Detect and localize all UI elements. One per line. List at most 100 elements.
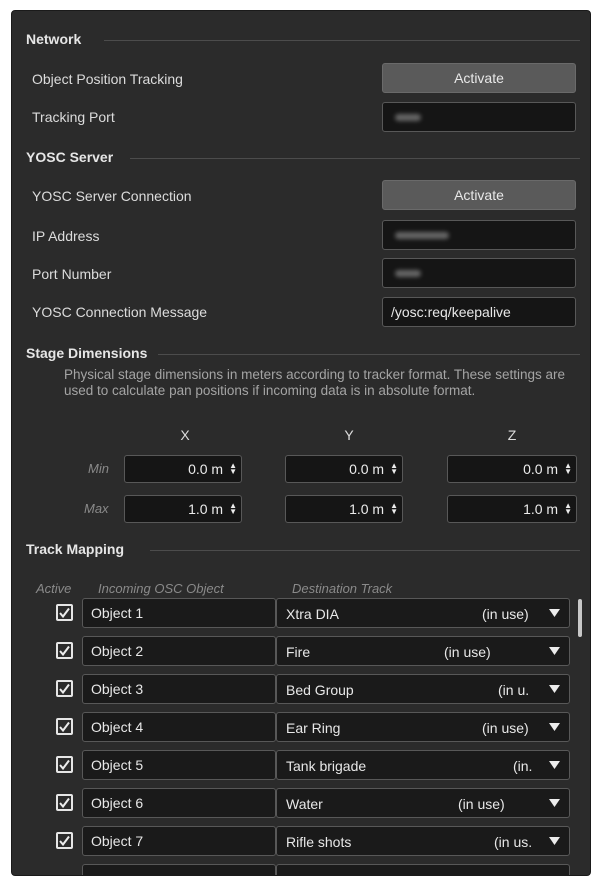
section-yosc-title: YOSC Server <box>26 149 114 165</box>
mapping-row: Object 6 Water (in use) <box>12 788 590 818</box>
track-status: (in. <box>513 758 533 774</box>
axis-x-header: X <box>180 427 190 443</box>
tracking-port-field[interactable] <box>382 102 576 132</box>
max-x-stepper[interactable]: 1.0 m ▲ ▼ <box>124 495 242 523</box>
redacted-value <box>395 113 421 121</box>
max-label: Max <box>84 501 109 516</box>
incoming-object-field[interactable]: Object 4 <box>82 712 276 742</box>
destination-track-dropdown[interactable]: Fire (in use) <box>276 636 570 666</box>
destination-track-name: Ear Ring <box>286 720 341 736</box>
checkmark-icon <box>59 797 70 809</box>
port-number-field[interactable] <box>382 258 576 288</box>
mapping-scrollbar[interactable] <box>578 599 582 637</box>
section-network-heading: Network <box>26 29 81 49</box>
section-divider <box>104 40 580 41</box>
max-y-stepper[interactable]: 1.0 m ▲ ▼ <box>285 495 403 523</box>
destination-track-dropdown[interactable]: Rifle shots (in us. <box>276 826 570 856</box>
caret-down-icon <box>549 609 560 617</box>
caret-down-icon <box>549 799 560 807</box>
destination-track-name: Fire <box>286 644 311 660</box>
object-tracking-label: Object Position Tracking <box>32 71 183 87</box>
column-destination-header: Destination Track <box>292 581 393 596</box>
destination-track-name: Water <box>286 796 323 812</box>
active-checkbox[interactable] <box>56 794 73 811</box>
mapping-row-partial <box>12 864 590 875</box>
up-down-arrows-icon[interactable]: ▲ ▼ <box>390 462 398 476</box>
destination-track-dropdown[interactable]: Bed Group (in u. <box>276 674 570 704</box>
section-stage-title: Stage Dimensions <box>26 345 148 361</box>
redacted-value <box>395 231 449 239</box>
stage-description: Physical stage dimensions in meters acco… <box>64 367 565 398</box>
caret-down-icon <box>549 761 560 769</box>
active-checkbox[interactable] <box>56 832 73 849</box>
up-down-arrows-icon[interactable]: ▲ ▼ <box>390 502 398 516</box>
redacted-value <box>395 269 421 277</box>
max-z-stepper[interactable]: 1.0 m ▲ ▼ <box>447 495 577 523</box>
min-y-value: 0.0 m <box>349 461 385 477</box>
active-checkbox[interactable] <box>56 642 73 659</box>
up-down-arrows-icon[interactable]: ▲ ▼ <box>229 462 237 476</box>
track-status: (in use) <box>482 606 529 622</box>
incoming-object-field[interactable]: Object 1 <box>82 598 276 628</box>
destination-track-name: Xtra DIA <box>286 606 339 622</box>
checkmark-icon <box>59 835 70 847</box>
mapping-row: Object 7 Rifle shots (in us. <box>12 826 590 856</box>
incoming-object-field[interactable]: Object 6 <box>82 788 276 818</box>
max-z-value: 1.0 m <box>523 501 559 517</box>
destination-track-dropdown[interactable]: Tank brigade (in. <box>276 750 570 780</box>
checkmark-icon <box>59 721 70 733</box>
ip-address-field[interactable] <box>382 220 576 250</box>
mapping-row: Object 5 Tank brigade (in. <box>12 750 590 780</box>
section-network-title: Network <box>26 31 82 47</box>
caret-down-icon <box>549 685 560 693</box>
destination-track-dropdown[interactable]: Ear Ring (in use) <box>276 712 570 742</box>
connection-message-field[interactable]: /yosc:req/keepalive <box>382 297 576 327</box>
section-divider <box>158 354 580 355</box>
incoming-object-field[interactable]: Object 2 <box>82 636 276 666</box>
incoming-object-field[interactable]: Object 5 <box>82 750 276 780</box>
min-label: Min <box>88 461 109 476</box>
track-status: (in use) <box>482 720 529 736</box>
incoming-object-field[interactable]: Object 7 <box>82 826 276 856</box>
mapping-row: Object 2 Fire (in use) <box>12 636 590 666</box>
incoming-object-field[interactable]: Object 3 <box>82 674 276 704</box>
destination-track-name: Tank brigade <box>286 758 367 774</box>
destination-track-dropdown[interactable]: Water (in use) <box>276 788 570 818</box>
yosc-connection-activate-button[interactable]: Activate <box>382 180 576 210</box>
destination-track-name: Bed Group <box>286 682 354 698</box>
max-y-value: 1.0 m <box>349 501 385 517</box>
settings-panel: Network Object Position Tracking Activat… <box>11 10 591 876</box>
up-down-arrows-icon[interactable]: ▲ ▼ <box>229 502 237 516</box>
mapping-row: Object 3 Bed Group (in u. <box>12 674 590 704</box>
track-status: (in use) <box>444 644 491 660</box>
object-tracking-activate-button[interactable]: Activate <box>382 63 576 93</box>
min-z-value: 0.0 m <box>523 461 559 477</box>
caret-down-icon <box>549 647 560 655</box>
active-checkbox[interactable] <box>56 604 73 621</box>
column-active-header: Active <box>36 581 72 596</box>
up-down-arrows-icon[interactable]: ▲ ▼ <box>564 462 572 476</box>
destination-track-dropdown[interactable]: Xtra DIA (in use) <box>276 598 570 628</box>
track-status: (in use) <box>458 796 505 812</box>
caret-down-icon <box>549 837 560 845</box>
axis-y-header: Y <box>344 427 354 443</box>
yosc-connection-label: YOSC Server Connection <box>32 188 192 204</box>
min-y-stepper[interactable]: 0.0 m ▲ ▼ <box>285 455 403 483</box>
min-z-stepper[interactable]: 0.0 m ▲ ▼ <box>447 455 577 483</box>
track-status: (in us. <box>494 834 533 850</box>
checkmark-icon <box>59 645 70 657</box>
destination-track-dropdown[interactable] <box>276 864 570 875</box>
active-checkbox[interactable] <box>56 680 73 697</box>
column-incoming-header: Incoming OSC Object <box>98 581 224 596</box>
incoming-object-field[interactable] <box>82 864 276 875</box>
section-divider <box>150 550 580 551</box>
destination-track-name: Rifle shots <box>286 834 352 850</box>
min-x-stepper[interactable]: 0.0 m ▲ ▼ <box>124 455 242 483</box>
mapping-row: Object 1 Xtra DIA (in use) <box>12 598 590 628</box>
connection-message-label: YOSC Connection Message <box>32 304 208 320</box>
checkmark-icon <box>59 759 70 771</box>
mapping-row: Object 4 Ear Ring (in use) <box>12 712 590 742</box>
active-checkbox[interactable] <box>56 756 73 773</box>
active-checkbox[interactable] <box>56 718 73 735</box>
up-down-arrows-icon[interactable]: ▲ ▼ <box>564 502 572 516</box>
